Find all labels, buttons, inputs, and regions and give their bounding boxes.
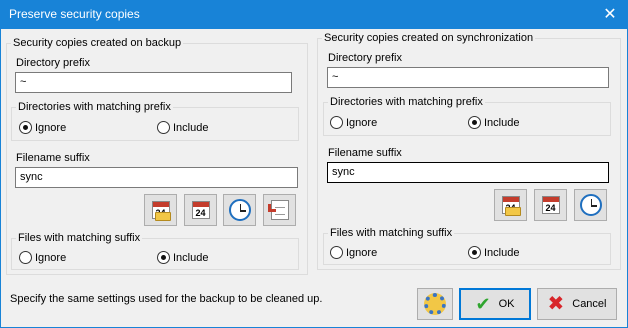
window-title: Preserve security copies: [9, 7, 140, 21]
calendar-folder-icon: 24: [501, 196, 521, 216]
checkmark-icon: ✔: [475, 294, 491, 314]
sync-dir-matching-title: Directories with matching prefix: [330, 96, 483, 108]
radio-checked-icon: [19, 121, 32, 134]
sync-file-ignore-label: Ignore: [346, 246, 378, 259]
clock-icon: [579, 194, 602, 216]
backup-file-include-label: Include: [173, 251, 209, 264]
sync-dir-ignore-radio[interactable]: Ignore: [330, 116, 377, 129]
sync-calendar-folder-button[interactable]: 24: [494, 189, 527, 221]
sync-dir-ignore-label: Ignore: [346, 116, 378, 129]
footer-note: Specify the same settings used for the b…: [10, 293, 323, 305]
ok-label: OK: [498, 298, 515, 310]
title-bar: Preserve security copies ✕: [1, 1, 627, 29]
backup-document-arrow-button[interactable]: [263, 194, 296, 226]
cancel-label: Cancel: [572, 298, 607, 310]
radio-checked-icon: [468, 116, 481, 129]
sync-clock-button[interactable]: [574, 189, 607, 221]
ok-button[interactable]: ✔ OK: [459, 288, 531, 320]
backup-dir-include-radio[interactable]: Include: [157, 121, 208, 134]
sync-file-suffix-label: Filename suffix: [328, 147, 402, 159]
sync-dir-prefix-input[interactable]: ~: [327, 67, 609, 88]
calendar-icon: 24: [541, 196, 560, 214]
backup-file-suffix-label: Filename suffix: [16, 152, 90, 164]
sync-dir-include-radio[interactable]: Include: [468, 116, 519, 129]
gear-icon: [424, 293, 446, 315]
backup-calendar-button[interactable]: 24: [184, 194, 217, 226]
backup-dir-include-label: Include: [173, 121, 209, 134]
backup-file-suffix-input[interactable]: sync: [15, 167, 298, 188]
calendar-folder-icon: 24: [151, 201, 171, 221]
radio-unchecked-icon: [19, 251, 32, 264]
sync-file-include-radio[interactable]: Include: [468, 246, 519, 259]
radio-checked-icon: [468, 246, 481, 259]
backup-group-title: Security copies created on backup: [13, 37, 182, 49]
backup-file-matching-title: Files with matching suffix: [18, 232, 141, 244]
backup-file-include-radio[interactable]: Include: [157, 251, 208, 264]
cancel-button[interactable]: ✖ Cancel: [537, 288, 617, 320]
sync-file-ignore-radio[interactable]: Ignore: [330, 246, 377, 259]
radio-unchecked-icon: [330, 116, 343, 129]
sync-dir-prefix-label: Directory prefix: [328, 52, 402, 64]
sync-file-matching-title: Files with matching suffix: [330, 227, 453, 239]
sync-file-include-label: Include: [484, 246, 520, 259]
backup-dir-prefix-label: Directory prefix: [16, 57, 90, 69]
document-arrow-icon: [267, 200, 289, 220]
preserve-security-copies-dialog: Preserve security copies ✕ Security copi…: [0, 0, 628, 328]
calendar-icon: 24: [191, 201, 210, 219]
backup-calendar-folder-button[interactable]: 24: [144, 194, 177, 226]
x-icon: ✖: [547, 293, 565, 315]
settings-button[interactable]: [417, 288, 453, 320]
clock-icon: [228, 199, 251, 221]
backup-dir-ignore-label: Ignore: [35, 121, 67, 134]
backup-file-ignore-radio[interactable]: Ignore: [19, 251, 66, 264]
sync-dir-include-label: Include: [484, 116, 520, 129]
backup-dir-matching-title: Directories with matching prefix: [18, 101, 171, 113]
sync-file-suffix-input[interactable]: sync: [327, 162, 609, 183]
radio-unchecked-icon: [157, 121, 170, 134]
sync-group-title: Security copies created on synchronizati…: [324, 32, 534, 44]
backup-clock-button[interactable]: [223, 194, 256, 226]
backup-file-ignore-label: Ignore: [35, 251, 67, 264]
radio-unchecked-icon: [330, 246, 343, 259]
sync-calendar-button[interactable]: 24: [534, 189, 567, 221]
backup-dir-ignore-radio[interactable]: Ignore: [19, 121, 66, 134]
close-button[interactable]: ✕: [593, 1, 627, 29]
backup-dir-prefix-input[interactable]: ~: [15, 72, 292, 93]
radio-checked-icon: [157, 251, 170, 264]
